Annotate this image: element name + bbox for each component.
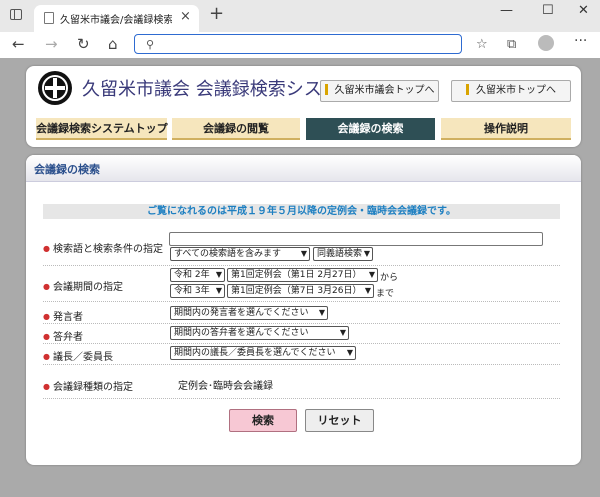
maximize-icon[interactable]: ☐ bbox=[542, 3, 554, 18]
site-header: 久留米市議会 会議録検索システム 久留米市議会トップへ 久留米市トップへ 会議録… bbox=[26, 66, 581, 147]
availability-notice: ご覧になれるのは平成１９年５月以降の定例会・臨時会会議録です。 bbox=[43, 204, 560, 219]
tab-close-icon[interactable]: × bbox=[180, 9, 191, 24]
to-session-select[interactable]: 第1回定例会（第7日 3月26日） ▼ bbox=[227, 284, 374, 298]
new-tab-icon[interactable]: + bbox=[209, 3, 224, 24]
from-year-select[interactable]: 令和 2年 ▼ bbox=[170, 268, 225, 282]
window-menu-icon[interactable] bbox=[10, 9, 22, 20]
type-value: 定例会･臨時会会議録 bbox=[178, 381, 273, 392]
chair-select[interactable]: 期間内の議長／委員長を選んでください ▼ bbox=[170, 346, 356, 360]
page-body: 久留米市議会 会議録検索システム 久留米市議会トップへ 久留米市トップへ 会議録… bbox=[0, 58, 600, 497]
browser-tab[interactable]: 久留米市議会/会議録検索システム × bbox=[34, 5, 199, 32]
tab-search[interactable]: 会議録の検索 bbox=[306, 118, 435, 140]
profile-avatar[interactable] bbox=[538, 35, 554, 51]
to-suffix: まで bbox=[376, 289, 395, 299]
answerer-label: ● 答弁者 bbox=[43, 332, 83, 343]
link-marker-icon bbox=[466, 83, 469, 95]
browser-tabbar: 久留米市議会/会議録検索システム × + — ☐ ✕ bbox=[0, 0, 600, 32]
search-button[interactable]: 検索 bbox=[229, 409, 297, 432]
url-input[interactable]: ⚲ bbox=[134, 34, 462, 54]
address-bar: ← → ↻ ⌂ ⚲ ☆ ⧉ ··· bbox=[0, 32, 600, 58]
from-suffix: から bbox=[380, 273, 399, 283]
favorites-icon[interactable]: ☆ bbox=[476, 37, 488, 52]
more-icon[interactable]: ··· bbox=[574, 33, 587, 49]
city-top-link[interactable]: 久留米市トップへ bbox=[451, 80, 571, 102]
council-top-link[interactable]: 久留米市議会トップへ bbox=[320, 80, 439, 102]
tab-help[interactable]: 操作説明 bbox=[441, 118, 571, 140]
type-label: ● 会議録種類の指定 bbox=[43, 382, 133, 393]
site-title: 久留米市議会 会議録検索システム bbox=[82, 79, 358, 100]
close-window-icon[interactable]: ✕ bbox=[578, 3, 589, 18]
answerer-select[interactable]: 期間内の答弁者を選んでください ▼ bbox=[170, 326, 349, 340]
collections-icon[interactable]: ⧉ bbox=[507, 37, 516, 52]
section-header: 会議録の検索 bbox=[26, 155, 581, 182]
section-title: 会議録の検索 bbox=[34, 163, 100, 176]
to-year-select[interactable]: 令和 3年 ▼ bbox=[170, 284, 225, 298]
reset-button[interactable]: リセット bbox=[305, 409, 374, 432]
minimize-icon[interactable]: — bbox=[500, 3, 513, 18]
speaker-select[interactable]: 期間内の発言者を選んでください ▼ bbox=[170, 306, 328, 320]
keyword-label: ● 検索語と検索条件の指定 bbox=[43, 244, 163, 255]
period-label: ● 会議期間の指定 bbox=[43, 282, 123, 293]
from-session-select[interactable]: 第1回定例会（第1日 2月27日） ▼ bbox=[227, 268, 378, 282]
page-favicon-icon bbox=[44, 12, 54, 24]
tab-browse[interactable]: 会議録の閲覧 bbox=[172, 118, 300, 140]
tab-system-top[interactable]: 会議録検索システムトップ bbox=[36, 118, 168, 140]
search-panel: 会議録の検索 ご覧になれるのは平成１９年５月以降の定例会・臨時会会議録です。 ●… bbox=[26, 155, 581, 465]
condition-select[interactable]: すべての検索語を含みます ▼ bbox=[170, 247, 310, 261]
reload-icon[interactable]: ↻ bbox=[77, 35, 90, 53]
chair-label: ● 議長／委員長 bbox=[43, 352, 113, 363]
tab-title: 久留米市議会/会議録検索システム bbox=[60, 15, 172, 26]
home-icon[interactable]: ⌂ bbox=[108, 35, 118, 53]
keyword-input[interactable] bbox=[169, 232, 543, 246]
synonym-select[interactable]: 同義語検索 ▼ bbox=[313, 247, 373, 261]
search-icon: ⚲ bbox=[146, 38, 155, 51]
back-icon[interactable]: ← bbox=[12, 35, 25, 53]
link-marker-icon bbox=[324, 83, 328, 95]
speaker-label: ● 発言者 bbox=[43, 312, 83, 323]
city-emblem-icon bbox=[38, 71, 72, 105]
forward-icon[interactable]: → bbox=[45, 35, 58, 53]
